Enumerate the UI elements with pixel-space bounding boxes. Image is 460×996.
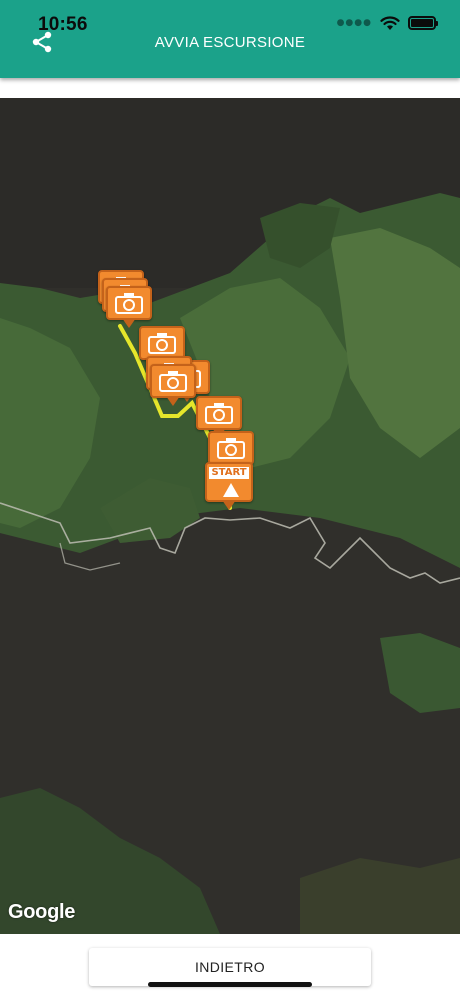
battery-icon bbox=[408, 16, 438, 30]
camera-icon bbox=[205, 403, 233, 424]
page-title: AVVIA ESCURSIONE bbox=[154, 34, 306, 51]
google-attribution: Google bbox=[8, 901, 76, 923]
camera-icon bbox=[217, 438, 245, 459]
photo-marker[interactable] bbox=[106, 286, 152, 330]
wifi-icon bbox=[380, 16, 400, 30]
cone-icon bbox=[223, 483, 239, 497]
back-button[interactable]: INDIETRO bbox=[89, 948, 371, 986]
start-marker[interactable]: START bbox=[205, 462, 253, 518]
home-indicator bbox=[148, 982, 312, 987]
start-marker-label: START bbox=[209, 467, 249, 479]
app-header: 10:56 ●●●● AVVIA ESCURSIONE bbox=[0, 0, 460, 78]
signal-icon: ●●●● bbox=[336, 18, 372, 28]
camera-icon bbox=[159, 371, 187, 392]
camera-icon bbox=[148, 333, 176, 354]
status-icons: ●●●● bbox=[336, 15, 438, 31]
camera-icon bbox=[115, 293, 143, 314]
photo-marker[interactable] bbox=[150, 364, 196, 408]
app-screen: 10:56 ●●●● AVVIA ESCURSIONE START Google… bbox=[0, 0, 460, 996]
satellite-map[interactable]: START Google bbox=[0, 98, 460, 934]
